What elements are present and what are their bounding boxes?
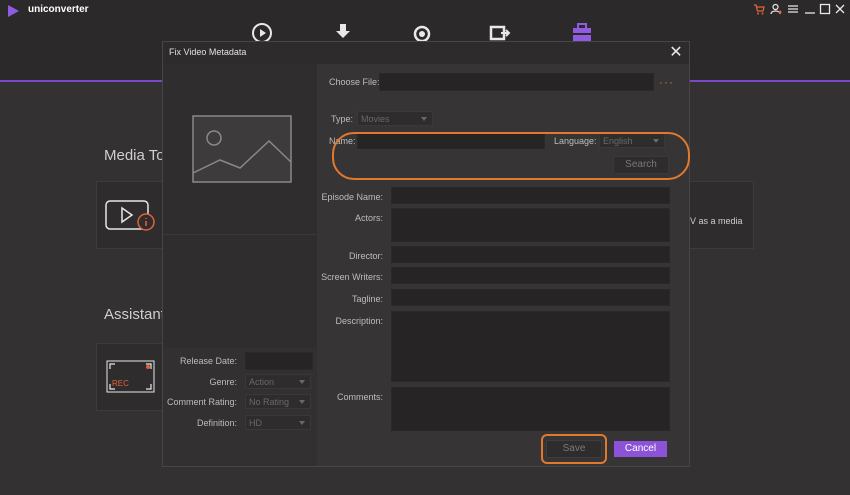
tv-media-card-text: V as a media [690, 216, 743, 226]
dialog-titlebar: Fix Video Metadata ✕ [163, 42, 689, 64]
comment-rating-label: Comment Rating: [166, 397, 237, 407]
poster-info-area [163, 234, 317, 348]
browse-file-button[interactable]: ··· [659, 75, 674, 89]
logo-icon [8, 5, 19, 17]
account-icon[interactable] [770, 3, 782, 15]
episode-name-input[interactable] [391, 187, 670, 204]
window-close-icon[interactable] [834, 3, 846, 15]
release-date-label: Release Date: [179, 356, 237, 366]
genre-select[interactable]: Action [245, 374, 311, 389]
save-highlight-outline [541, 434, 607, 464]
director-input[interactable] [391, 246, 670, 263]
type-label: Type: [331, 114, 354, 124]
assistant-heading: Assistant [104, 306, 165, 323]
release-date-field[interactable] [245, 352, 313, 370]
description-label: Description: [335, 316, 383, 326]
rec-label: REC [112, 379, 129, 388]
description-input[interactable] [391, 311, 670, 382]
video-info-icon [105, 200, 155, 231]
comments-label: Comments: [336, 392, 383, 402]
tagline-label: Tagline: [351, 294, 383, 304]
minimize-icon[interactable] [804, 3, 816, 15]
genre-label: Genre: [209, 377, 237, 387]
chevron-down-icon [421, 117, 427, 121]
definition-label: Definition: [196, 418, 237, 428]
maximize-icon[interactable] [819, 3, 831, 15]
cart-icon[interactable] [753, 3, 765, 15]
definition-select[interactable]: HD [245, 415, 311, 430]
type-value: Movies [361, 114, 390, 124]
director-label: Director: [348, 251, 383, 261]
search-highlight-outline [332, 132, 690, 180]
definition-value: HD [249, 418, 262, 428]
actors-input[interactable] [391, 208, 670, 242]
image-placeholder-icon [192, 115, 292, 183]
poster-preview[interactable] [163, 64, 317, 234]
dialog-title: Fix Video Metadata [169, 47, 247, 57]
episode-name-label: Episode Name: [321, 192, 383, 202]
cancel-button[interactable]: Cancel [614, 441, 667, 457]
menu-icon[interactable] [787, 3, 799, 15]
type-select[interactable]: Movies [357, 111, 433, 126]
chevron-down-icon [299, 421, 305, 425]
chevron-down-icon [299, 400, 305, 404]
app-title: uniconverter [28, 4, 89, 15]
screen-record-icon [106, 360, 155, 393]
fix-video-metadata-dialog: Fix Video Metadata ✕ Release Date: Genre… [162, 41, 690, 467]
screen-writers-label: Screen Writers: [321, 272, 383, 282]
screen-writers-input[interactable] [391, 267, 670, 284]
actors-label: Actors: [354, 213, 383, 223]
choose-file-input[interactable] [379, 73, 654, 91]
tagline-input[interactable] [391, 289, 670, 306]
close-dialog-button[interactable]: ✕ [667, 44, 685, 62]
choose-file-label: Choose File: [329, 77, 380, 87]
comment-rating-value: No Rating [249, 397, 290, 407]
tv-media-card[interactable] [680, 181, 754, 249]
comments-input[interactable] [391, 387, 670, 431]
comment-rating-select[interactable]: No Rating [245, 394, 311, 409]
genre-value: Action [249, 377, 275, 387]
chevron-down-icon [299, 380, 305, 384]
